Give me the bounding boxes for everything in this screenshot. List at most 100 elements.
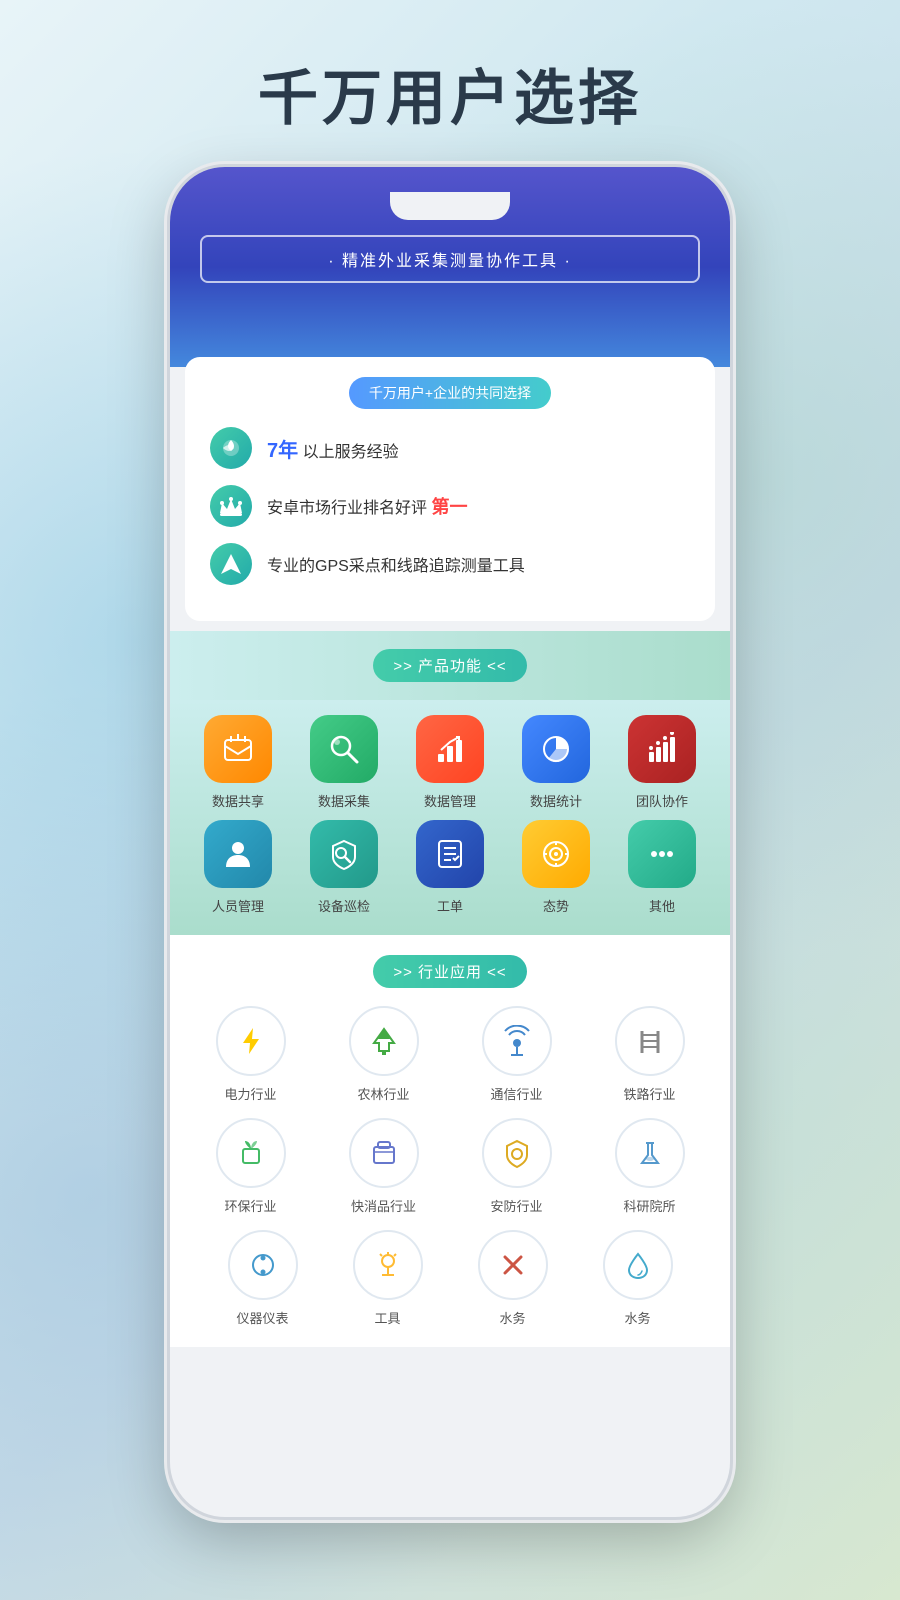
energy-circle	[353, 1230, 423, 1300]
data-stats-label: 数据统计	[530, 791, 582, 810]
card-subtitle-text: 千万用户+企业的共同选择	[349, 377, 551, 409]
industry-railway[interactable]: 铁路行业	[597, 1006, 702, 1103]
industry-fmcg[interactable]: 快消品行业	[331, 1118, 436, 1215]
electricity-label: 电力行业	[224, 1084, 276, 1103]
telecom-icon	[501, 1025, 533, 1057]
agriculture-circle	[349, 1006, 419, 1076]
team-work-svg	[645, 732, 679, 766]
function-data-manage[interactable]: 数据管理	[408, 715, 493, 810]
data-manage-label: 数据管理	[424, 791, 476, 810]
industry-grid-row1: 电力行业 农林行业	[190, 1006, 710, 1103]
rank-highlight: 第一	[431, 497, 467, 517]
device-inspect-icon	[310, 820, 378, 888]
situation-label: 态势	[543, 896, 569, 915]
function-data-collect[interactable]: 数据采集	[302, 715, 387, 810]
people-mgmt-label: 人员管理	[212, 896, 264, 915]
water-label: 水务	[624, 1308, 650, 1327]
data-share-svg	[221, 732, 255, 766]
industry-electricity[interactable]: 电力行业	[198, 1006, 303, 1103]
data-manage-icon	[416, 715, 484, 783]
industry-agriculture[interactable]: 农林行业	[331, 1006, 436, 1103]
function-data-share[interactable]: 数据共享	[196, 715, 281, 810]
function-work-order[interactable]: 工单	[408, 820, 493, 915]
industry-telecom[interactable]: 通信行业	[464, 1006, 569, 1103]
agriculture-icon	[368, 1025, 400, 1057]
instruments-label: 仪器仪表	[236, 1308, 288, 1327]
feature-gps: 专业的GPS采点和线路追踪测量工具	[210, 543, 690, 585]
industry-water[interactable]: 水务	[575, 1230, 700, 1327]
functions-grid-row1: 数据共享 数据采集	[190, 700, 710, 810]
rank-prefix: 安卓市场行业排名好评	[267, 500, 431, 517]
industry-environment[interactable]: 环保行业	[198, 1118, 303, 1215]
feature-icon-rank	[210, 485, 252, 527]
feature-icon-gps	[210, 543, 252, 585]
data-collect-icon	[310, 715, 378, 783]
data-share-icon	[204, 715, 272, 783]
functions-grid-row2: 人员管理 设备巡检	[190, 820, 710, 915]
tools-icon	[497, 1249, 529, 1281]
info-card: 千万用户+企业的共同选择 7年 以上服务经验	[185, 357, 715, 621]
feature-text-gps: 专业的GPS采点和线路追踪测量工具	[267, 552, 525, 576]
data-stats-icon	[522, 715, 590, 783]
industry-energy[interactable]: 工具	[325, 1230, 450, 1327]
work-order-label: 工单	[437, 896, 463, 915]
years-icon	[218, 435, 244, 461]
railway-label: 铁路行业	[623, 1084, 675, 1103]
environment-label: 环保行业	[224, 1196, 276, 1215]
industry-instruments[interactable]: 仪器仪表	[200, 1230, 325, 1327]
tagline-box: · 精准外业采集测量协作工具 ·	[200, 235, 700, 283]
feature-rank: 安卓市场行业排名好评 第一	[210, 485, 690, 527]
data-share-label: 数据共享	[212, 791, 264, 810]
industry-grid-row2: 环保行业 快消品行业	[190, 1118, 710, 1215]
function-other[interactable]: 其他	[620, 820, 705, 915]
feature-text-rank: 安卓市场行业排名好评 第一	[267, 493, 467, 519]
industry-section-label: >> 行业应用 <<	[373, 955, 526, 988]
function-team-work[interactable]: 团队协作	[620, 715, 705, 810]
industry-security[interactable]: 安防行业	[464, 1118, 569, 1215]
security-icon	[501, 1137, 533, 1169]
water-icon	[622, 1249, 654, 1281]
railway-circle	[615, 1006, 685, 1076]
industry-tools[interactable]: 水务	[450, 1230, 575, 1327]
phone-top: · 精准外业采集测量协作工具 ·	[170, 167, 730, 367]
electricity-circle	[216, 1006, 286, 1076]
telecom-label: 通信行业	[490, 1084, 542, 1103]
work-order-icon	[416, 820, 484, 888]
team-work-label: 团队协作	[636, 791, 688, 810]
gps-text: 专业的GPS采点和线路追踪测量工具	[267, 558, 525, 575]
phone-mockup: · 精准外业采集测量协作工具 · 千万用户+企业的共同选择 7年 以上服务经验	[170, 167, 730, 1517]
function-situation[interactable]: 态势	[514, 820, 599, 915]
other-icon	[628, 820, 696, 888]
telecom-circle	[482, 1006, 552, 1076]
security-label: 安防行业	[490, 1196, 542, 1215]
industry-section: 电力行业 农林行业	[170, 1006, 730, 1347]
tools-circle	[478, 1230, 548, 1300]
instruments-circle	[228, 1230, 298, 1300]
research-label: 科研院所	[623, 1196, 675, 1215]
feature-icon-years	[210, 427, 252, 469]
rank-icon	[218, 495, 244, 517]
card-subtitle: 千万用户+企业的共同选择	[210, 377, 690, 409]
data-manage-svg	[433, 732, 467, 766]
years-suffix: 以上服务经验	[303, 444, 399, 461]
environment-circle	[216, 1118, 286, 1188]
function-people-mgmt[interactable]: 人员管理	[196, 820, 281, 915]
feature-years: 7年 以上服务经验	[210, 427, 690, 469]
research-icon	[634, 1137, 666, 1169]
phone-notch	[390, 192, 510, 220]
years-highlight: 7年	[267, 440, 298, 462]
other-svg	[645, 837, 679, 871]
people-mgmt-icon	[204, 820, 272, 888]
industry-section-header: >> 行业应用 <<	[170, 935, 730, 1006]
work-order-svg	[433, 837, 467, 871]
situation-icon	[522, 820, 590, 888]
fmcg-icon	[368, 1137, 400, 1169]
data-collect-svg	[327, 732, 361, 766]
function-data-stats[interactable]: 数据统计	[514, 715, 599, 810]
environment-icon	[235, 1137, 267, 1169]
energy-label: 工具	[374, 1308, 400, 1327]
water-circle	[603, 1230, 673, 1300]
industry-research[interactable]: 科研院所	[597, 1118, 702, 1215]
function-device-inspect[interactable]: 设备巡检	[302, 820, 387, 915]
agriculture-label: 农林行业	[357, 1084, 409, 1103]
